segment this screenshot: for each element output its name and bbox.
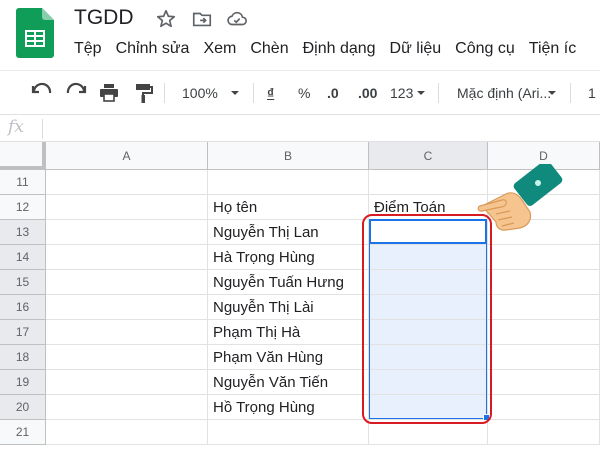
menu-edit[interactable]: Chỉnh sửa <box>116 40 190 58</box>
row-header[interactable]: 16 <box>0 295 46 320</box>
cell-d21[interactable] <box>488 420 600 445</box>
cell-b20[interactable]: Hồ Trọng Hùng <box>208 395 369 420</box>
cell-a11[interactable] <box>46 170 208 195</box>
cell-a14[interactable] <box>46 245 208 270</box>
chevron-down-icon[interactable] <box>546 71 558 115</box>
cloud-saved-icon[interactable] <box>226 8 248 30</box>
fx-icon: fx <box>8 117 24 137</box>
menu-extensions[interactable]: Tiện íc <box>529 40 576 58</box>
highlight-outline <box>362 214 492 424</box>
paint-format-icon[interactable] <box>131 71 155 115</box>
toolbar-divider <box>438 83 439 103</box>
cell-b12[interactable]: Họ tên <box>208 195 369 220</box>
cell-b14[interactable]: Hà Trọng Hùng <box>208 245 369 270</box>
menu-bar: Tệp Chỉnh sửa Xem Chèn Định dạng Dữ liệu… <box>74 40 590 58</box>
row-header[interactable]: 20 <box>0 395 46 420</box>
font-size-select[interactable]: 1 <box>588 71 596 115</box>
cell-a15[interactable] <box>46 270 208 295</box>
cell-b16[interactable]: Nguyễn Thị Lài <box>208 295 369 320</box>
table-row: 16 Nguyễn Thị Lài <box>0 295 600 320</box>
cell-b15[interactable]: Nguyễn Tuấn Hưng <box>208 270 369 295</box>
menu-view[interactable]: Xem <box>203 40 236 58</box>
cell-b11[interactable] <box>208 170 369 195</box>
row-header[interactable]: 19 <box>0 370 46 395</box>
cell-a21[interactable] <box>46 420 208 445</box>
cell-d16[interactable] <box>488 295 600 320</box>
row-header[interactable]: 11 <box>0 170 46 195</box>
currency-format-button[interactable]: ₫ <box>267 71 274 115</box>
percent-format-button[interactable]: % <box>298 71 310 115</box>
cell-d18[interactable] <box>488 345 600 370</box>
chevron-down-icon[interactable] <box>415 71 427 115</box>
cell-c11[interactable] <box>369 170 488 195</box>
cell-a19[interactable] <box>46 370 208 395</box>
document-title[interactable]: TGDD <box>74 6 134 30</box>
menu-tools[interactable]: Công cụ <box>455 40 515 58</box>
sheets-logo-icon[interactable] <box>16 8 54 58</box>
zoom-select[interactable]: 100% <box>182 71 218 115</box>
cell-d20[interactable] <box>488 395 600 420</box>
row-header[interactable]: 18 <box>0 345 46 370</box>
more-formats-button[interactable]: 123 <box>390 71 413 115</box>
row-header[interactable]: 14 <box>0 245 46 270</box>
cell-d14[interactable] <box>488 245 600 270</box>
cell-a13[interactable] <box>46 220 208 245</box>
pointing-hand-icon <box>477 164 563 231</box>
column-header-c[interactable]: C <box>369 142 488 170</box>
cell-d15[interactable] <box>488 270 600 295</box>
cell-d17[interactable] <box>488 320 600 345</box>
menu-file[interactable]: Tệp <box>74 40 102 58</box>
formula-bar[interactable]: fx <box>0 114 600 142</box>
row-header[interactable]: 15 <box>0 270 46 295</box>
select-all-corner[interactable] <box>0 142 46 170</box>
menu-insert[interactable]: Chèn <box>250 40 288 58</box>
row-header[interactable]: 21 <box>0 420 46 445</box>
cell-a20[interactable] <box>46 395 208 420</box>
toolbar-divider <box>253 83 254 103</box>
row-header[interactable]: 17 <box>0 320 46 345</box>
formula-divider <box>42 119 43 139</box>
redo-icon[interactable] <box>64 71 88 115</box>
toolbar-divider <box>164 83 165 103</box>
cell-b17[interactable]: Phạm Thị Hà <box>208 320 369 345</box>
menu-format[interactable]: Định dạng <box>303 40 376 58</box>
cell-a12[interactable] <box>46 195 208 220</box>
table-row: 19 Nguyễn Văn Tiến <box>0 370 600 395</box>
cell-b19[interactable]: Nguyễn Văn Tiến <box>208 370 369 395</box>
chevron-down-icon[interactable] <box>229 71 241 115</box>
table-row: 21 <box>0 420 600 445</box>
undo-icon[interactable] <box>30 71 54 115</box>
column-header-b[interactable]: B <box>208 142 369 170</box>
row-header[interactable]: 13 <box>0 220 46 245</box>
decrease-decimal-button[interactable]: .0 <box>327 71 339 115</box>
cell-a16[interactable] <box>46 295 208 320</box>
toolbar: 100% ₫ % .0 .00 123 Mặc định (Ari... 1 <box>0 70 600 114</box>
toolbar-divider <box>570 83 571 103</box>
print-icon[interactable] <box>97 71 121 115</box>
cell-a17[interactable] <box>46 320 208 345</box>
table-row: 18 Phạm Văn Hùng <box>0 345 600 370</box>
cell-b18[interactable]: Phạm Văn Hùng <box>208 345 369 370</box>
table-row: 14 Hà Trọng Hùng <box>0 245 600 270</box>
column-header-a[interactable]: A <box>46 142 208 170</box>
table-row: 15 Nguyễn Tuấn Hưng <box>0 270 600 295</box>
star-icon[interactable] <box>155 8 177 30</box>
menu-data[interactable]: Dữ liệu <box>390 40 442 58</box>
row-header[interactable]: 12 <box>0 195 46 220</box>
cell-a18[interactable] <box>46 345 208 370</box>
cell-b13[interactable]: Nguyễn Thị Lan <box>208 220 369 245</box>
move-to-folder-icon[interactable] <box>191 8 213 30</box>
font-family-select[interactable]: Mặc định (Ari... <box>457 71 551 115</box>
cell-d19[interactable] <box>488 370 600 395</box>
table-row: 17 Phạm Thị Hà <box>0 320 600 345</box>
cell-b21[interactable] <box>208 420 369 445</box>
increase-decimal-button[interactable]: .00 <box>358 71 377 115</box>
table-row: 20 Hồ Trọng Hùng <box>0 395 600 420</box>
